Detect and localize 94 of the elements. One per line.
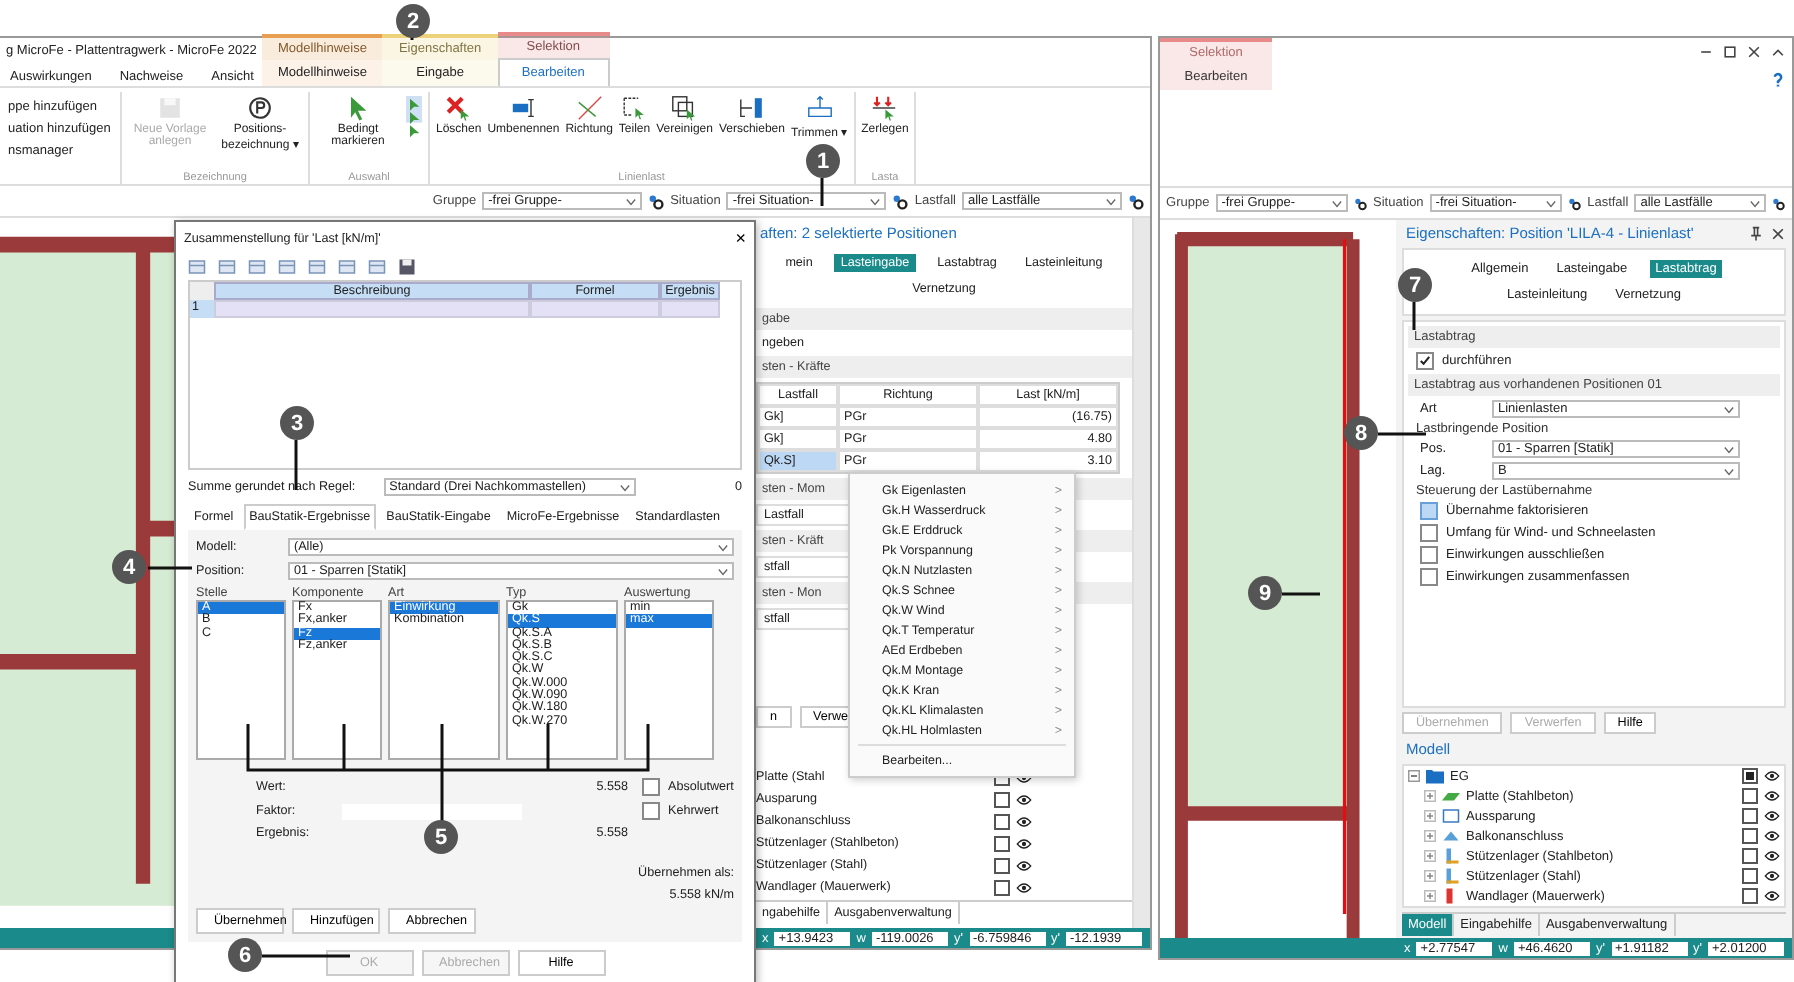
caret-icon <box>1724 405 1734 413</box>
maximize-icon[interactable] <box>1722 44 1738 60</box>
caret-icon <box>718 567 728 575</box>
delete-icon <box>444 94 473 122</box>
callout-badge: 2 <box>396 4 430 38</box>
table-tool-icon[interactable] <box>368 258 386 276</box>
decompose-icon <box>870 94 899 122</box>
settings-icon[interactable] <box>1353 195 1367 211</box>
caret-icon <box>1724 445 1734 453</box>
caret-icon <box>1331 199 1342 207</box>
split-icon <box>620 94 649 122</box>
checkbox[interactable] <box>1420 568 1438 586</box>
p-circle-icon <box>246 94 274 122</box>
folder-icon <box>1426 768 1444 784</box>
settings-icon[interactable] <box>1568 195 1582 211</box>
scrollbar[interactable] <box>1132 218 1150 928</box>
eye-icon[interactable] <box>1016 859 1032 871</box>
merge-icon <box>670 94 699 122</box>
balcony-connector-icon <box>1442 828 1460 844</box>
checkbox[interactable] <box>1420 546 1438 564</box>
settings-icon[interactable] <box>892 193 909 209</box>
checkbox[interactable] <box>1420 524 1438 542</box>
table-tool-icon[interactable] <box>188 258 206 276</box>
checkbox[interactable] <box>1742 788 1758 804</box>
rename-icon <box>509 94 538 122</box>
eye-icon[interactable] <box>1764 830 1780 842</box>
move-icon <box>737 94 766 122</box>
checkbox[interactable] <box>1742 768 1758 784</box>
table-tool-icon[interactable] <box>278 258 296 276</box>
eye-icon[interactable] <box>1764 790 1780 802</box>
settings-icon[interactable] <box>1128 193 1144 209</box>
expand-icon[interactable] <box>1424 790 1436 802</box>
caret-icon <box>718 543 728 551</box>
eye-icon[interactable] <box>1764 850 1780 862</box>
caret-icon <box>1750 199 1761 207</box>
checkbox[interactable] <box>994 879 1010 895</box>
caret-icon <box>619 483 630 491</box>
column-support-icon <box>1442 868 1460 884</box>
table-corner-cell <box>190 282 214 300</box>
expand-icon[interactable] <box>1424 810 1436 822</box>
table-cell[interactable] <box>660 300 720 318</box>
expand-icon[interactable] <box>1424 850 1436 862</box>
expand-icon[interactable] <box>1424 830 1436 842</box>
settings-icon[interactable] <box>648 193 665 209</box>
caret-icon <box>1546 199 1557 207</box>
checkbox[interactable] <box>994 813 1010 829</box>
checkbox[interactable] <box>1742 808 1758 824</box>
checkbox[interactable] <box>994 857 1010 873</box>
table-cell[interactable] <box>214 300 530 318</box>
table-tool-icon[interactable] <box>218 258 236 276</box>
eye-icon[interactable] <box>1016 793 1032 805</box>
checkbox[interactable] <box>1742 828 1758 844</box>
collapse-ribbon-icon[interactable] <box>1770 44 1786 60</box>
expand-icon[interactable] <box>1424 890 1436 902</box>
checkbox[interactable] <box>1416 352 1434 370</box>
checkbox[interactable] <box>642 802 660 820</box>
eye-icon[interactable] <box>1764 810 1780 822</box>
close-icon[interactable] <box>1770 225 1786 241</box>
close-button[interactable]: × <box>735 228 746 248</box>
caret-icon <box>626 197 637 205</box>
opening-icon <box>1442 808 1460 824</box>
checkbox[interactable] <box>1742 868 1758 884</box>
trim-icon <box>805 94 834 122</box>
cursor-icon <box>406 94 422 138</box>
checkbox[interactable] <box>642 778 660 796</box>
expand-icon[interactable] <box>1424 870 1436 882</box>
table-tool-icon[interactable] <box>338 258 356 276</box>
column-support-icon <box>1442 848 1460 864</box>
eye-icon[interactable] <box>1016 815 1032 827</box>
checkbox[interactable] <box>1742 888 1758 904</box>
table-tool-icon[interactable] <box>248 258 266 276</box>
pin-icon[interactable] <box>1748 225 1764 241</box>
caret-icon <box>870 197 881 205</box>
line-direction-icon <box>575 94 604 122</box>
ribbon-button[interactable] <box>404 92 424 140</box>
checkbox[interactable] <box>1742 848 1758 864</box>
checkbox[interactable] <box>1420 502 1438 520</box>
checkbox[interactable] <box>994 835 1010 851</box>
eye-icon[interactable] <box>1016 881 1032 893</box>
eye-icon[interactable] <box>1764 890 1780 902</box>
collapse-icon[interactable] <box>1408 770 1420 782</box>
factor-field[interactable] <box>342 803 522 819</box>
checkbox[interactable] <box>994 791 1010 807</box>
table-tool-icon[interactable] <box>308 258 326 276</box>
close-icon[interactable] <box>1746 44 1762 60</box>
help-icon[interactable] <box>1770 72 1786 88</box>
eye-icon[interactable] <box>1016 837 1032 849</box>
slab-icon <box>1442 788 1460 804</box>
settings-icon[interactable] <box>1772 195 1786 211</box>
eye-icon[interactable] <box>1764 870 1780 882</box>
eye-icon[interactable] <box>1764 770 1780 782</box>
table-cell[interactable] <box>530 300 660 318</box>
caret-icon <box>1724 467 1734 475</box>
caret-icon <box>1106 197 1116 205</box>
